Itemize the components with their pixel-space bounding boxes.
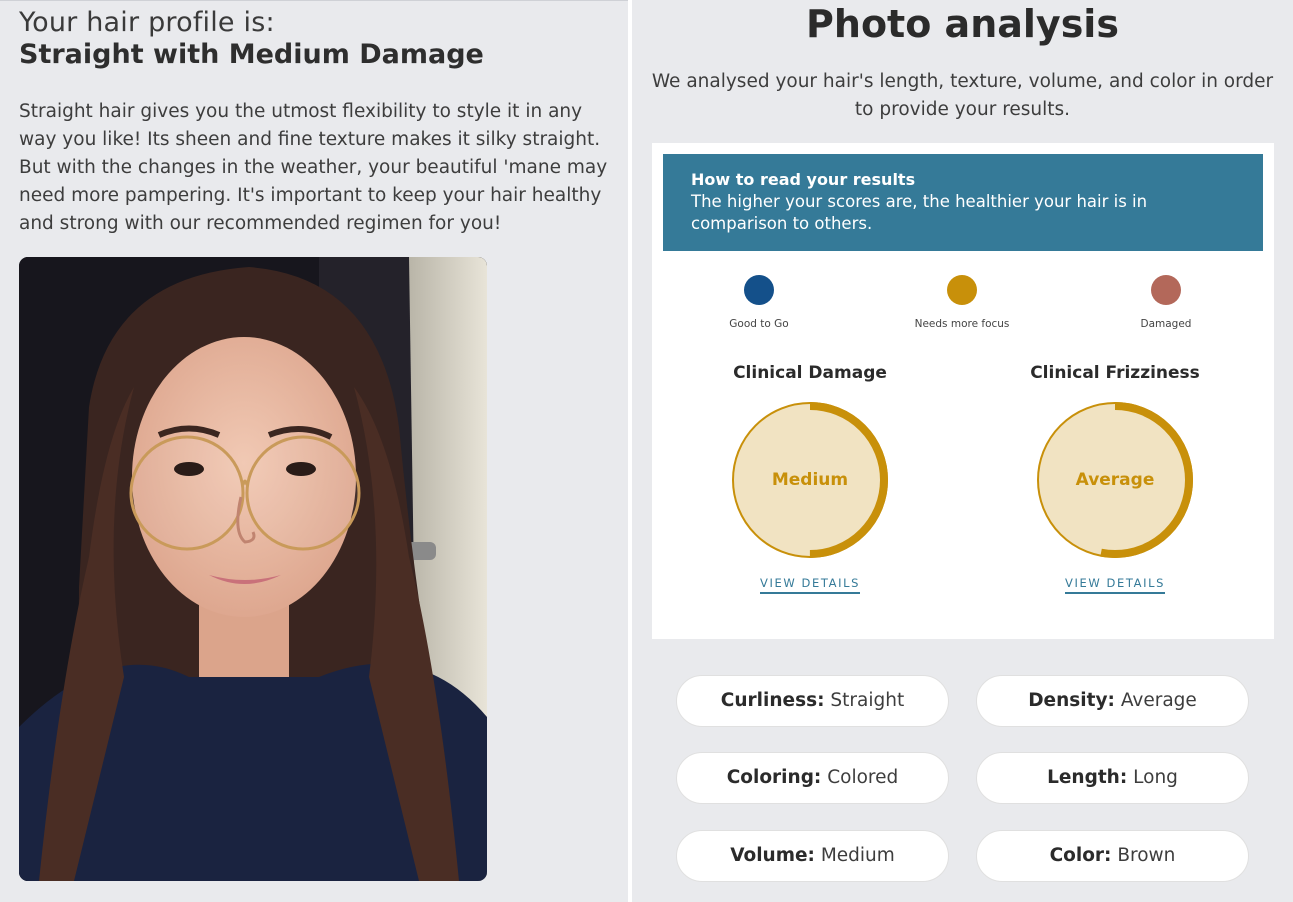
attribute-value: Average bbox=[1120, 690, 1197, 711]
attribute-key: Color: bbox=[1049, 845, 1112, 866]
page-subtitle: We analysed your hair's length, texture,… bbox=[651, 71, 1274, 120]
attribute-value: Brown bbox=[1117, 845, 1176, 866]
gauge-value: Average bbox=[1075, 470, 1155, 490]
attribute-color: Color: Brown bbox=[976, 830, 1249, 882]
banner-heading: How to read your results bbox=[691, 170, 916, 189]
view-details-link[interactable]: VIEW DETAILS bbox=[760, 576, 860, 594]
metric-title: Clinical Damage bbox=[733, 363, 887, 383]
attribute-value: Long bbox=[1133, 767, 1178, 788]
profile-intro: Your hair profile is: bbox=[19, 7, 275, 38]
view-details-link[interactable]: VIEW DETAILS bbox=[1065, 576, 1165, 594]
attribute-value: Colored bbox=[827, 767, 899, 788]
legend-needs-more-focus: Needs more focus bbox=[892, 275, 1032, 330]
damage-gauge: Medium bbox=[729, 399, 891, 561]
attribute-length: Length: Long bbox=[976, 752, 1249, 804]
frizziness-gauge: Average bbox=[1034, 399, 1196, 561]
attribute-curliness: Curliness: Straight bbox=[676, 675, 949, 727]
profile-description: Straight hair gives you the utmost flexi… bbox=[19, 101, 608, 234]
legend-label: Good to Go bbox=[729, 318, 789, 330]
user-hair-photo bbox=[19, 257, 487, 881]
results-card: How to read your results The higher your… bbox=[652, 143, 1274, 639]
legend-label: Damaged bbox=[1140, 318, 1192, 330]
banner-text: The higher your scores are, the healthie… bbox=[691, 192, 1148, 233]
legend-dot-red bbox=[1151, 275, 1181, 305]
how-to-read-banner: How to read your results The higher your… bbox=[663, 154, 1263, 251]
profile-type-heading: Straight with Medium Damage bbox=[19, 39, 484, 70]
gauge-value: Medium bbox=[771, 470, 849, 490]
legend-good-to-go: Good to Go bbox=[689, 275, 829, 330]
metric-clinical-damage: Clinical Damage Medium VIEW DETAILS bbox=[710, 363, 910, 594]
attribute-key: Coloring: bbox=[726, 767, 822, 788]
legend-damaged: Damaged bbox=[1096, 275, 1236, 330]
photo-analysis-panel: Photo analysis We analysed your hair's l… bbox=[632, 0, 1293, 902]
attribute-key: Volume: bbox=[730, 845, 815, 866]
attribute-key: Length: bbox=[1047, 767, 1128, 788]
attribute-value: Straight bbox=[830, 690, 905, 711]
selfie-illustration bbox=[19, 257, 487, 881]
metric-clinical-frizziness: Clinical Frizziness Average VIEW DETAILS bbox=[1015, 363, 1215, 594]
legend-dot-yellow bbox=[947, 275, 977, 305]
attribute-value: Medium bbox=[820, 845, 895, 866]
page-title: Photo analysis bbox=[806, 2, 1119, 46]
attribute-density: Density: Average bbox=[976, 675, 1249, 727]
attribute-volume: Volume: Medium bbox=[676, 830, 949, 882]
legend-label: Needs more focus bbox=[914, 318, 1010, 330]
legend-dot-blue bbox=[744, 275, 774, 305]
attribute-coloring: Coloring: Colored bbox=[676, 752, 949, 804]
attribute-key: Curliness: bbox=[720, 690, 825, 711]
attribute-key: Density: bbox=[1028, 690, 1115, 711]
hair-profile-panel: Your hair profile is: Straight with Medi… bbox=[0, 0, 628, 902]
metric-title: Clinical Frizziness bbox=[1030, 363, 1200, 383]
